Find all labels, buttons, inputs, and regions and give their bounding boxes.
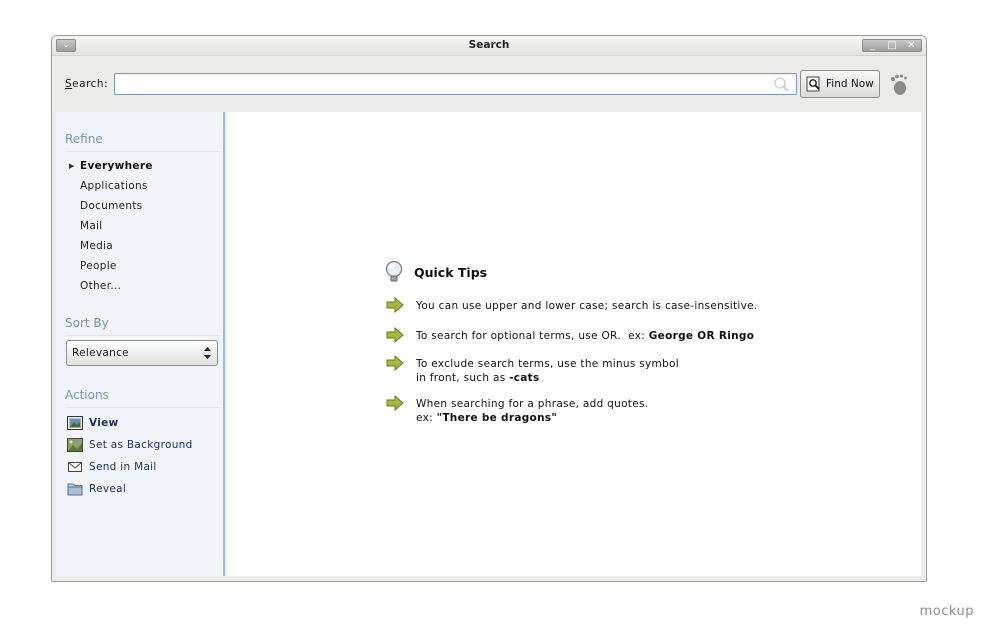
refine-item-other[interactable]: Other... — [80, 280, 121, 292]
tip-1-text: You can use upper and lower case; search… — [416, 299, 758, 313]
sort-by-select[interactable]: Relevance — [66, 340, 218, 366]
envelope-icon — [68, 462, 82, 472]
sort-by-heading: Sort By — [65, 316, 109, 330]
action-set-as-background[interactable]: Set as Background — [67, 437, 193, 453]
tip-3: To exclude search terms, use the minus s… — [386, 355, 679, 385]
action-view-label: View — [89, 417, 119, 429]
maximize-button[interactable]: □ — [884, 40, 900, 51]
window-controls: _ □ ✕ — [862, 39, 922, 52]
gnome-foot-icon — [891, 74, 907, 95]
arrow-right-icon — [386, 327, 404, 343]
minimize-button[interactable]: _ — [865, 40, 881, 51]
wallpaper-icon — [67, 438, 83, 452]
tip-3-line-2: in front, such as — [416, 372, 510, 384]
actions-divider — [65, 407, 219, 408]
quick-tips-header: Quick Tips — [384, 260, 487, 284]
tip-1-line: You can use upper and lower case; search… — [416, 300, 758, 312]
refine-item-applications[interactable]: Applications — [80, 180, 148, 192]
action-send-in-mail-label: Send in Mail — [89, 461, 157, 473]
tip-2-text: To search for optional terms, use OR. ex… — [416, 329, 754, 343]
find-now-label: Find Now — [826, 78, 874, 90]
sort-by-value: Relevance — [72, 347, 129, 359]
content-area: Refine ▶ Everywhere Applications Documen… — [56, 112, 921, 576]
actions-heading: Actions — [65, 388, 109, 402]
title-bar[interactable]: ⌄ Search _ □ ✕ — [52, 36, 926, 56]
tip-4-example: "There be dragons" — [436, 412, 558, 424]
refine-item-media[interactable]: Media — [80, 240, 113, 252]
sidebar: Refine ▶ Everywhere Applications Documen… — [56, 112, 225, 576]
arrow-right-icon — [386, 297, 404, 313]
search-icon — [774, 77, 789, 92]
tip-4-line-1: When searching for a phrase, add quotes. — [416, 398, 649, 410]
tip-1: You can use upper and lower case; search… — [386, 297, 758, 313]
tip-4-line-2: ex: — [416, 412, 437, 424]
tip-3-example: -cats — [509, 372, 540, 384]
action-send-in-mail[interactable]: Send in Mail — [67, 459, 157, 475]
tip-3-line-1: To exclude search terms, use the minus s… — [416, 358, 679, 370]
search-label: Search: — [65, 78, 108, 90]
sort-divider — [65, 335, 219, 336]
tip-4: When searching for a phrase, add quotes.… — [386, 395, 648, 425]
find-icon — [806, 76, 820, 92]
refine-item-mail[interactable]: Mail — [80, 220, 103, 232]
action-reveal[interactable]: Reveal — [67, 481, 126, 497]
arrow-right-icon — [386, 395, 404, 411]
mockup-label: mockup — [919, 604, 974, 619]
folder-icon — [67, 483, 83, 496]
lightbulb-icon — [385, 260, 403, 282]
selected-arrow-icon: ▶ — [69, 162, 75, 170]
tip-2-example: George OR Ringo — [648, 330, 755, 342]
search-bar: Search: Find Now — [52, 56, 926, 112]
action-set-as-background-label: Set as Background — [89, 439, 193, 451]
refine-heading: Refine — [65, 132, 103, 146]
tip-2-line: To search for optional terms, use OR. ex… — [416, 330, 649, 342]
search-window: ⌄ Search _ □ ✕ Search: Find Now Refine ▶… — [51, 35, 927, 582]
close-button[interactable]: ✕ — [903, 40, 919, 51]
tip-2: To search for optional terms, use OR. ex… — [386, 327, 754, 343]
refine-item-documents[interactable]: Documents — [80, 200, 143, 212]
quick-tips-title: Quick Tips — [414, 264, 488, 280]
refine-item-everywhere[interactable]: Everywhere — [80, 160, 153, 172]
refine-divider — [65, 151, 219, 152]
window-title: Search — [468, 39, 510, 51]
search-label-rest: earch: — [72, 78, 109, 90]
arrow-right-icon — [386, 355, 404, 371]
find-now-button[interactable]: Find Now — [800, 70, 880, 98]
refine-item-people[interactable]: People — [80, 260, 117, 272]
updown-arrows-icon — [204, 347, 211, 359]
action-reveal-label: Reveal — [89, 483, 127, 495]
results-pane: Quick Tips You can use upper and lower c… — [227, 112, 921, 576]
search-input[interactable] — [114, 73, 797, 95]
tip-3-text: To exclude search terms, use the minus s… — [416, 357, 679, 385]
image-view-icon — [67, 416, 83, 430]
tip-4-text: When searching for a phrase, add quotes.… — [416, 397, 648, 425]
action-view[interactable]: View — [67, 415, 119, 431]
